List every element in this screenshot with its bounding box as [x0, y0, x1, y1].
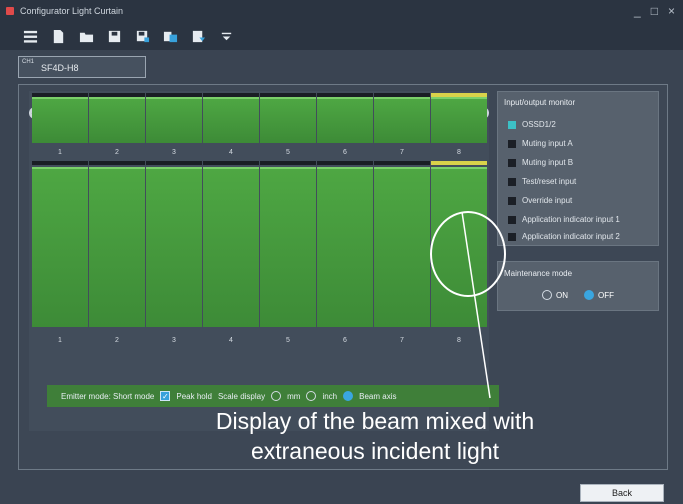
back-button[interactable]: Back [580, 484, 664, 502]
caption-line-1: Display of the beam mixed with [215, 408, 535, 434]
annotation-caption: Display of the beam mixed with extraneou… [140, 406, 610, 466]
caption-line-2: extraneous incident light [250, 438, 500, 464]
